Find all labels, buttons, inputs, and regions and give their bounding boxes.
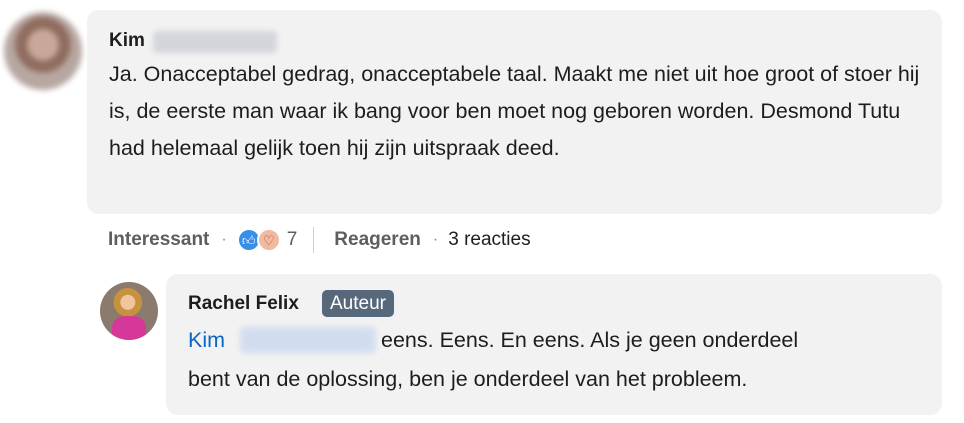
redacted-surname bbox=[153, 31, 277, 53]
divider bbox=[313, 227, 315, 253]
mention-link[interactable]: Kim bbox=[188, 325, 225, 355]
reply-text-line-2: bent van de oplossing, ben je onderdeel … bbox=[188, 367, 748, 391]
reply-author-name[interactable]: Rachel Felix bbox=[188, 293, 299, 315]
separator-dot: · bbox=[221, 231, 227, 248]
comment-author-name[interactable]: Kim bbox=[109, 30, 145, 52]
author-badge: Auteur bbox=[322, 290, 394, 317]
replies-count-link[interactable]: 3 reacties bbox=[448, 229, 530, 251]
comment-text: Ja. Onacceptabel gedrag, onacceptabele t… bbox=[109, 62, 920, 160]
react-button[interactable]: Interessant bbox=[108, 229, 209, 251]
heart-icon: ♡ bbox=[256, 228, 281, 252]
comment-actions-bar: Interessant · 👍︎ ♡ 7 Reageren · 3 reacti… bbox=[108, 226, 531, 254]
reply-author-avatar[interactable] bbox=[100, 282, 158, 340]
commenter-avatar[interactable] bbox=[4, 12, 82, 90]
reaction-count: 7 bbox=[286, 229, 298, 250]
reply-text-line-1: eens. Eens. En eens. Als je geen onderde… bbox=[381, 328, 799, 352]
reply-button[interactable]: Reageren bbox=[334, 229, 421, 251]
reactions-summary[interactable]: 👍︎ ♡ 7 bbox=[236, 228, 298, 252]
separator-dot: · bbox=[432, 231, 439, 248]
redacted-mention-surname bbox=[240, 327, 376, 353]
